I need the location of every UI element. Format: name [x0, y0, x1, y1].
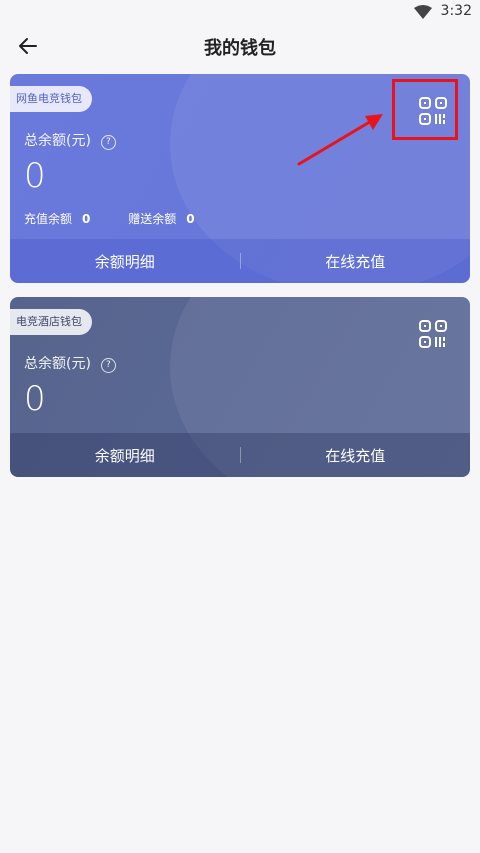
balance-detail-button[interactable]: 余额明细: [10, 251, 240, 272]
card-footer: 余额明细 在线充值: [10, 433, 470, 477]
recharge-balance: 充值余额 0: [24, 210, 90, 227]
total-balance-text: 总余额(元): [24, 133, 91, 149]
total-balance-amount: 0: [24, 156, 46, 196]
gift-balance-label: 赠送余额: [128, 212, 177, 226]
wifi-icon: [414, 5, 432, 19]
card-footer: 余额明细 在线充值: [10, 239, 470, 283]
balance-breakdown: 充值余额 0 赠送余额 0: [24, 210, 229, 227]
qr-code-icon[interactable]: [418, 319, 448, 349]
online-recharge-button[interactable]: 在线充值: [241, 251, 471, 272]
status-time: 3:32: [440, 3, 472, 19]
highlight-box: [392, 79, 458, 140]
app-header: 我的钱包: [0, 24, 480, 68]
status-bar: 3:32: [0, 0, 480, 24]
total-balance-label: 总余额(元)?: [24, 130, 116, 150]
total-balance-label: 总余额(元)?: [24, 353, 116, 373]
annotation-arrow-icon: [297, 114, 383, 166]
hotel-wallet-card: 电竞酒店钱包 总余额(元)? 0 余额明细 在线充值: [10, 297, 470, 477]
gift-balance-value: 0: [186, 212, 195, 226]
recharge-balance-value: 0: [82, 212, 91, 226]
gift-balance: 赠送余额 0: [128, 210, 194, 227]
help-icon[interactable]: ?: [100, 135, 116, 150]
total-balance-text: 总余额(元): [24, 356, 91, 372]
total-balance-amount: 0: [24, 379, 46, 419]
online-recharge-button[interactable]: 在线充值: [241, 445, 471, 466]
wallet-tag: 电竞酒店钱包: [10, 309, 92, 335]
balance-detail-button[interactable]: 余额明细: [10, 445, 240, 466]
wallet-tag: 网鱼电竞钱包: [10, 86, 92, 112]
help-icon[interactable]: ?: [100, 358, 116, 373]
recharge-balance-label: 充值余额: [24, 212, 73, 226]
page-title: 我的钱包: [204, 38, 276, 59]
